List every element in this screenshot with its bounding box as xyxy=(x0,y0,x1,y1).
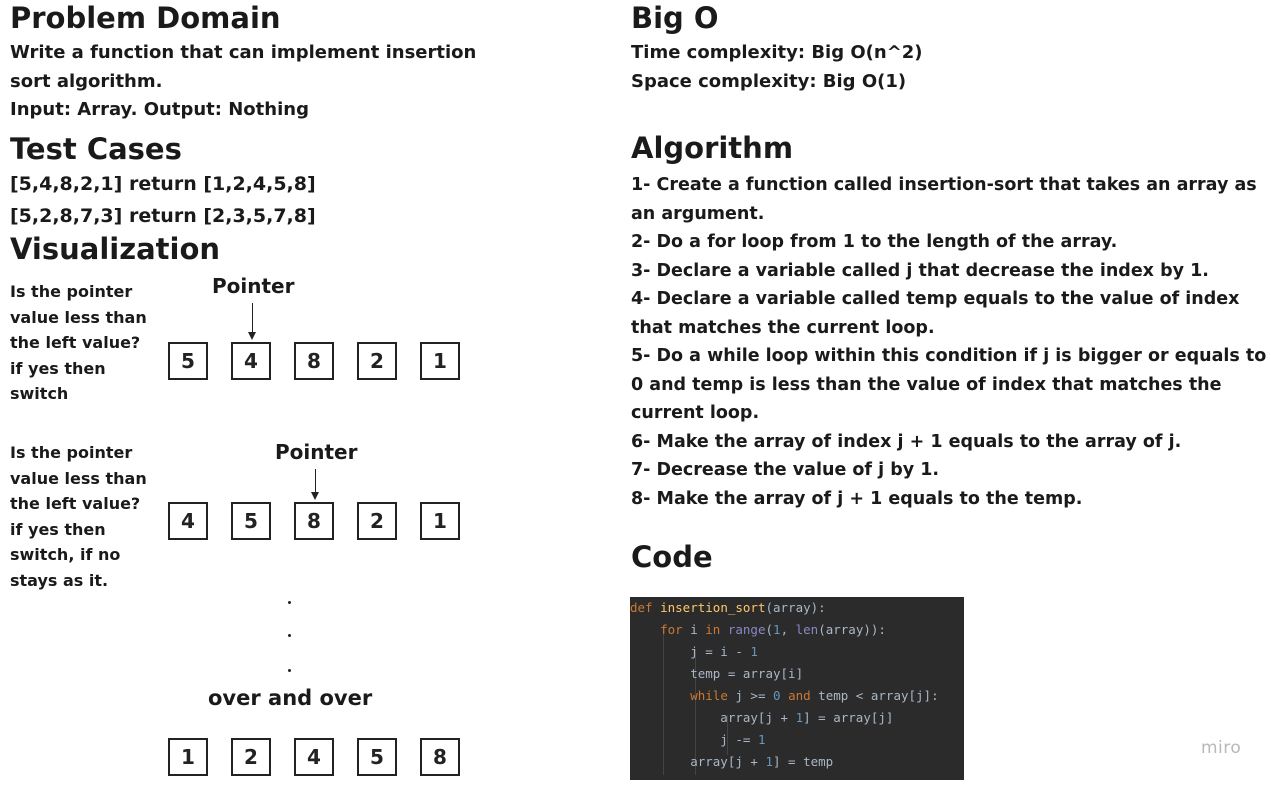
step1-cell: 4 xyxy=(231,342,271,380)
time-complexity: Time complexity: Big O(n^2) xyxy=(631,42,923,63)
step1-cell: 5 xyxy=(168,342,208,380)
algorithm-line: an argument. xyxy=(631,203,765,224)
algorithm-line: that matches the current loop. xyxy=(631,317,935,338)
test-case-2: [5,2,8,7,3] return [2,3,5,7,8] xyxy=(10,205,316,227)
ellipsis-dot xyxy=(288,634,291,637)
miro-watermark: miro xyxy=(1201,738,1242,758)
step1-cell: 2 xyxy=(357,342,397,380)
code-line: temp = array[i] xyxy=(630,666,804,681)
code-title: Code xyxy=(631,540,713,574)
step2-line: switch, if no xyxy=(10,545,121,564)
step1-line: switch xyxy=(10,384,69,403)
algorithm-line: 8- Make the array of j + 1 equals to the… xyxy=(631,488,1083,509)
step2-line: Is the pointer xyxy=(10,443,133,462)
final-cell: 1 xyxy=(168,738,208,776)
step1-line: value less than xyxy=(10,307,147,327)
final-cell: 2 xyxy=(231,738,271,776)
step2-line: if yes then xyxy=(10,519,106,539)
code-line: for i in range(1, len(array)): xyxy=(660,622,886,637)
problem-domain-line3: Input: Array. Output: Nothing xyxy=(10,99,309,120)
problem-domain-line1: Write a function that can implement inse… xyxy=(10,42,477,63)
step1-description: Is the pointer value less than the left … xyxy=(10,279,147,407)
code-line: array[j + 1] = temp xyxy=(630,754,834,769)
algorithm-line: 1- Create a function called insertion-so… xyxy=(631,175,1257,195)
algorithm-line: 3- Declare a variable called j that decr… xyxy=(631,260,1209,281)
step1-line: the left value? xyxy=(10,333,141,352)
code-line: array[j + 1] = array[j] xyxy=(630,710,894,725)
final-cell: 4 xyxy=(294,738,334,776)
space-complexity: Space complexity: Big O(1) xyxy=(631,70,907,92)
algorithm-line: current loop. xyxy=(631,403,760,423)
step2-description: Is the pointer value less than the left … xyxy=(10,440,147,593)
algorithm-steps: 1- Create a function called insertion-so… xyxy=(631,171,1266,513)
code-block: def insertion_sort(array): for i in rang… xyxy=(630,597,964,780)
step1-pointer-label: Pointer xyxy=(212,274,295,298)
step1-pointer-arrow xyxy=(248,303,256,340)
step1-line: Is the pointer xyxy=(10,282,133,301)
algorithm-line: 7- Decrease the value of j by 1. xyxy=(631,460,940,480)
step2-line: stays as it. xyxy=(10,570,109,590)
step2-line: the left value? xyxy=(10,494,141,513)
test-case-1: [5,4,8,2,1] return [1,2,4,5,8] xyxy=(10,173,316,195)
step2-pointer-label: Pointer xyxy=(275,440,358,464)
step1-line: if yes then xyxy=(10,358,106,378)
step2-cell: 2 xyxy=(357,502,397,540)
algorithm-title: Algorithm xyxy=(631,131,794,165)
big-o-title: Big O xyxy=(631,1,719,35)
code-line: j -= 1 xyxy=(630,732,766,747)
step2-cell: 1 xyxy=(420,502,460,540)
step1-cell: 1 xyxy=(420,342,460,380)
step2-cell: 5 xyxy=(231,502,271,540)
step2-cell: 4 xyxy=(168,502,208,540)
code-line: def insertion_sort(array): xyxy=(630,600,826,615)
algorithm-line: 5- Do a while loop within this condition… xyxy=(631,346,1267,366)
algorithm-line: 2- Do a for loop from 1 to the length of… xyxy=(631,232,1118,252)
step1-cell: 8 xyxy=(294,342,334,380)
code-line: while j >= 0 and temp < array[j]: xyxy=(690,688,939,703)
algorithm-line: 6- Make the array of index j + 1 equals … xyxy=(631,431,1182,452)
ellipsis-dot xyxy=(288,601,291,604)
visualization-title: Visualization xyxy=(10,232,221,266)
final-cell: 8 xyxy=(420,738,460,776)
step2-cell: 8 xyxy=(294,502,334,540)
test-cases-title: Test Cases xyxy=(10,132,182,166)
code-line: j = i - 1 xyxy=(630,644,758,659)
algorithm-line: 4- Declare a variable called temp equals… xyxy=(631,289,1240,309)
step2-pointer-arrow xyxy=(311,469,319,500)
algorithm-line: 0 and temp is less than the value of ind… xyxy=(631,374,1222,395)
final-cell: 5 xyxy=(357,738,397,776)
step2-line: value less than xyxy=(10,468,147,488)
problem-domain-title: Problem Domain xyxy=(10,1,281,35)
problem-domain-line2: sort algorithm. xyxy=(10,70,163,92)
ellipsis-dot xyxy=(288,669,291,672)
repeat-label: over and over xyxy=(208,686,373,710)
